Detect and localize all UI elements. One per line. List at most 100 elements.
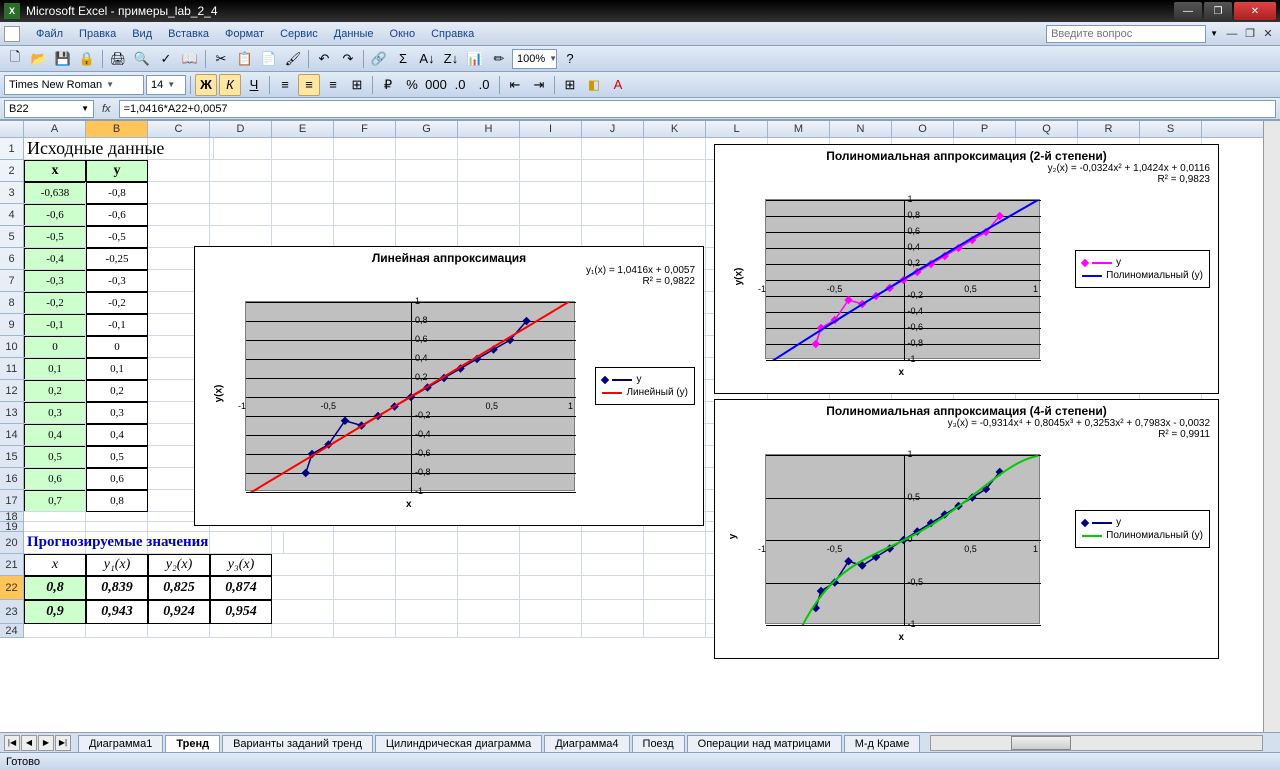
data-y-7[interactable]: -0,3	[86, 270, 148, 292]
cell-bg[interactable]	[210, 624, 272, 638]
data-y-5[interactable]: -0,5	[86, 226, 148, 248]
cell-bg[interactable]	[644, 624, 706, 638]
cell-bg[interactable]	[272, 624, 334, 638]
cell-bg[interactable]	[458, 182, 520, 204]
menu-file[interactable]: Файл	[28, 26, 71, 42]
new-button[interactable]: 🗋	[4, 48, 26, 70]
row-header-11[interactable]: 11	[0, 358, 24, 380]
menu-help[interactable]: Справка	[423, 26, 482, 42]
cell-bg[interactable]	[272, 600, 334, 624]
cell[interactable]	[24, 226, 86, 248]
cell-bg[interactable]	[86, 522, 148, 532]
decrease-indent-button[interactable]: ⇤	[504, 74, 526, 96]
cell-bg[interactable]	[520, 182, 582, 204]
sheet-tab-1[interactable]: Тренд	[165, 735, 220, 752]
data-y-17[interactable]: 0,8	[86, 490, 148, 512]
open-button[interactable]: 📂	[28, 48, 50, 70]
help-button[interactable]: ?	[559, 48, 581, 70]
cell-bg[interactable]	[334, 624, 396, 638]
cell-bg[interactable]	[148, 624, 210, 638]
cell-bg[interactable]	[396, 600, 458, 624]
cell-bg[interactable]	[520, 204, 582, 226]
cell-bg[interactable]	[458, 624, 520, 638]
cell-bg[interactable]	[334, 532, 396, 554]
column-header-I[interactable]: I	[520, 121, 582, 137]
row-header-10[interactable]: 10	[0, 336, 24, 358]
menu-data[interactable]: Данные	[326, 26, 382, 42]
hyperlink-button[interactable]: 🔗	[368, 48, 390, 70]
forecast-header-1[interactable]: y₁(x)	[86, 554, 148, 576]
cell-bg[interactable]	[396, 138, 458, 160]
print-button[interactable]: 🖨	[107, 48, 129, 70]
cell-bg[interactable]	[520, 532, 582, 554]
currency-button[interactable]: ₽	[377, 74, 399, 96]
sheet-tab-2[interactable]: Варианты заданий тренд	[222, 735, 373, 752]
sheet-tab-6[interactable]: Операции над матрицами	[687, 735, 842, 752]
row-header-2[interactable]: 2	[0, 160, 24, 182]
cell-bg[interactable]	[582, 624, 644, 638]
row-header-3[interactable]: 3	[0, 182, 24, 204]
chart-2[interactable]: Полиномиальная аппроксимация (4-й степен…	[714, 399, 1219, 659]
cell-bg[interactable]	[582, 182, 644, 204]
column-header-F[interactable]: F	[334, 121, 396, 137]
row-header-19[interactable]: 19	[0, 522, 24, 532]
cell-bg[interactable]	[520, 576, 582, 600]
column-header-L[interactable]: L	[706, 121, 768, 137]
cell-bg[interactable]	[396, 182, 458, 204]
forecast-cell-22-0[interactable]: 0,8	[24, 576, 86, 600]
sheet-tab-5[interactable]: Поезд	[632, 735, 685, 752]
align-right-button[interactable]: ≡	[322, 74, 344, 96]
forecast-cell-23-2[interactable]: 0,924	[148, 600, 210, 624]
column-header-M[interactable]: M	[768, 121, 830, 137]
cell-bg[interactable]	[458, 600, 520, 624]
sheet-tab-7[interactable]: М-д Краме	[844, 735, 921, 752]
increase-indent-button[interactable]: ⇥	[528, 74, 550, 96]
cell[interactable]	[24, 292, 86, 314]
copy-button[interactable]: 📋	[234, 48, 256, 70]
cell-bg[interactable]	[458, 160, 520, 182]
cell-bg[interactable]	[272, 204, 334, 226]
row-header-4[interactable]: 4	[0, 204, 24, 226]
row-header-6[interactable]: 6	[0, 248, 24, 270]
data-y-16[interactable]: 0,6	[86, 468, 148, 490]
cell-bg[interactable]	[644, 226, 706, 248]
menu-view[interactable]: Вид	[124, 26, 160, 42]
cell-bg[interactable]	[458, 204, 520, 226]
data-y-8[interactable]: -0,2	[86, 292, 148, 314]
cell-bg[interactable]	[334, 576, 396, 600]
row-header-1[interactable]: 1	[0, 138, 24, 160]
cell-bg[interactable]	[272, 226, 334, 248]
column-header-D[interactable]: D	[210, 121, 272, 137]
cell[interactable]	[24, 358, 86, 380]
cell[interactable]	[24, 270, 86, 292]
cell-bg[interactable]	[334, 554, 396, 576]
cell-bg[interactable]	[148, 226, 210, 248]
cell-bg[interactable]	[458, 554, 520, 576]
undo-button[interactable]: ↶	[313, 48, 335, 70]
menu-format[interactable]: Формат	[217, 26, 272, 42]
sort-desc-button[interactable]: Z↓	[440, 48, 462, 70]
forecast-title[interactable]: Прогнозируемые значения	[24, 532, 284, 554]
cell-bg[interactable]	[396, 576, 458, 600]
align-center-button[interactable]: ≡	[298, 74, 320, 96]
cell-bg[interactable]	[334, 600, 396, 624]
cell[interactable]	[24, 380, 86, 402]
cell-bg[interactable]	[86, 624, 148, 638]
sheet-tab-0[interactable]: Диаграмма1	[78, 735, 163, 752]
cell-bg[interactable]	[644, 204, 706, 226]
cell-bg[interactable]	[24, 522, 86, 532]
cell[interactable]	[24, 182, 86, 204]
cell-bg[interactable]	[644, 160, 706, 182]
close-button[interactable]: ✕	[1234, 2, 1276, 20]
redo-button[interactable]: ↷	[337, 48, 359, 70]
cell-bg[interactable]	[520, 624, 582, 638]
select-all-corner[interactable]	[0, 121, 24, 137]
data-y-11[interactable]: 0,1	[86, 358, 148, 380]
cell-bg[interactable]	[582, 532, 644, 554]
cell[interactable]	[24, 248, 86, 270]
forecast-header-0[interactable]: x	[24, 554, 86, 576]
cell-bg[interactable]	[582, 226, 644, 248]
cell-bg[interactable]	[272, 554, 334, 576]
cell-bg[interactable]	[396, 160, 458, 182]
sheet-tab-4[interactable]: Диаграмма4	[544, 735, 629, 752]
